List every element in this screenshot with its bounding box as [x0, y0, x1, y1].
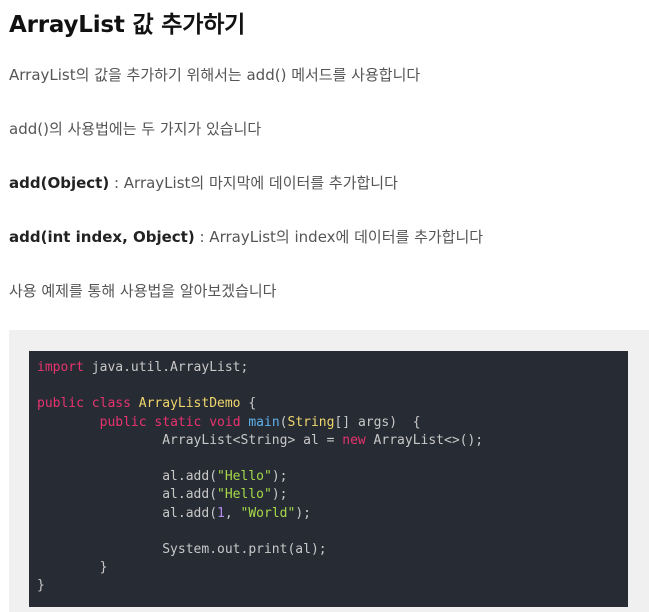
code-text: { — [240, 396, 257, 412]
code-keyword: void — [209, 414, 241, 430]
code-text: java.util.ArrayList; — [83, 360, 249, 375]
code-block[interactable]: import java.util.ArrayList; public class … — [29, 351, 628, 607]
add-object-paragraph: add(Object) : ArrayList의 마지막에 데이터를 추가합니다 — [9, 173, 398, 193]
code-block-frame: import java.util.ArrayList; public class … — [9, 330, 649, 612]
code-text: ArrayList<>(); — [365, 432, 484, 448]
code-line-7: al.add("Hello"); — [37, 468, 483, 486]
add-index-paragraph: add(int index, Object) : ArrayList의 inde… — [9, 227, 483, 247]
code-line-9: al.add(1, "World"); — [37, 505, 483, 523]
code-text: } — [37, 578, 45, 594]
code-number: 1 — [217, 505, 225, 521]
code-line-4: public static void main(String[] args) { — [37, 414, 483, 432]
code-function-name: main — [248, 414, 280, 430]
add-index-description: : ArrayList의 index에 데이터를 추가합니다 — [194, 228, 484, 246]
code-keyword: public — [99, 414, 147, 430]
add-object-description: : ArrayList의 마지막에 데이터를 추가합니다 — [109, 174, 398, 192]
code-keyword: import — [37, 360, 84, 375]
code-keyword: public — [37, 396, 84, 412]
code-text: ( — [279, 414, 288, 430]
code-text: ); — [271, 487, 288, 503]
code-text: , — [224, 505, 241, 521]
code-line-5: ArrayList<String> al = new ArrayList<>()… — [37, 432, 483, 450]
intro-paragraph: ArrayList의 값을 추가하기 위해서는 add() 메서드를 사용합니다 — [9, 66, 421, 84]
code-text: System.out.print(al); — [162, 541, 327, 557]
code-text: } — [99, 560, 108, 576]
page-title: ArrayList 값 추가하기 — [9, 12, 246, 38]
code-text: [] args) { — [334, 414, 421, 430]
code-string: "Hello" — [217, 469, 272, 485]
code-line-12: } — [37, 559, 483, 577]
code-keyword: class — [91, 396, 131, 412]
code-text: ArrayList<String> al = — [162, 432, 343, 448]
code-content: import java.util.ArrayList; public class … — [37, 359, 483, 595]
add-object-term: add(Object) — [9, 174, 110, 192]
code-keyword: new — [342, 432, 366, 448]
code-string: "World" — [240, 505, 296, 521]
code-keyword: static — [154, 414, 202, 430]
code-text: al.add( — [162, 505, 218, 521]
code-string: "Hello" — [217, 487, 272, 503]
usage-paragraph: add()의 사용법에는 두 가지가 있습니다 — [9, 120, 262, 138]
code-text: al.add( — [162, 469, 218, 485]
code-text: ); — [295, 505, 311, 521]
code-text: al.add( — [162, 487, 218, 503]
code-line-11: System.out.print(al); — [37, 541, 483, 559]
code-type-name: String — [287, 414, 335, 430]
add-index-term: add(int index, Object) — [9, 228, 195, 246]
code-line-1: import java.util.ArrayList; — [37, 359, 483, 377]
code-line-13: } — [37, 577, 483, 595]
example-intro-paragraph: 사용 예제를 통해 사용법을 알아보겠습니다 — [9, 282, 277, 300]
code-class-name: ArrayListDemo — [138, 396, 241, 412]
code-line-8: al.add("Hello"); — [37, 486, 483, 504]
code-text: ); — [271, 469, 288, 485]
code-line-3: public class ArrayListDemo { — [37, 395, 483, 413]
